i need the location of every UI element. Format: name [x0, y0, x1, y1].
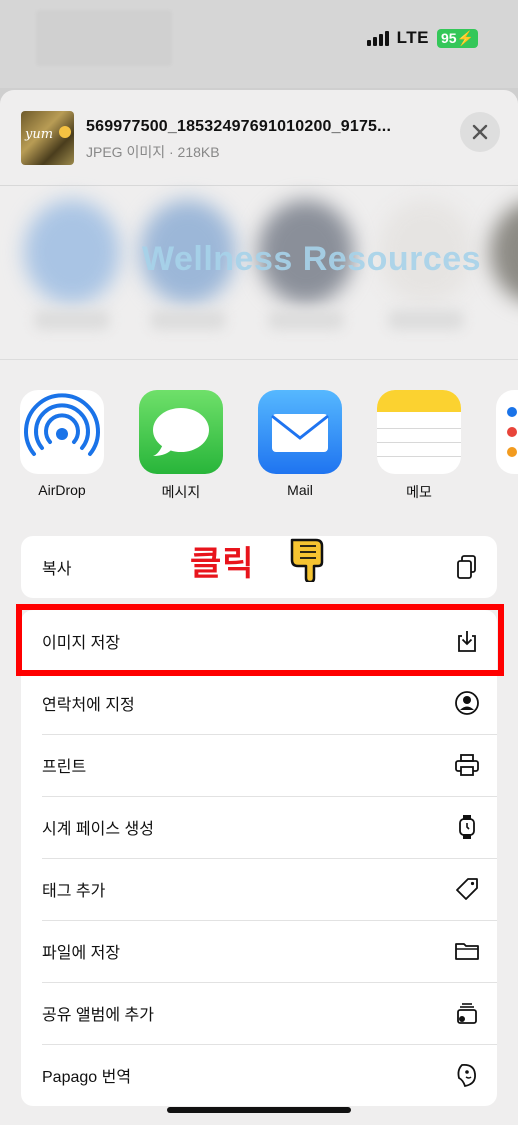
action-watch-face[interactable]: 시계 페이스 생성: [21, 796, 497, 858]
status-indicators: LTE 95⚡: [366, 28, 478, 48]
status-bar: LTE 95⚡: [0, 0, 518, 88]
action-label: 연락처에 지정: [42, 697, 135, 714]
app-notes[interactable]: 메모: [376, 390, 462, 502]
action-papago-translate[interactable]: Papago 번역: [21, 1044, 497, 1106]
battery-icon: 95⚡: [436, 28, 478, 48]
messages-icon: [139, 390, 223, 474]
action-label: 공유 앨범에 추가: [42, 1007, 154, 1024]
action-print[interactable]: 프린트: [21, 734, 497, 796]
app-label: 미: [495, 482, 518, 502]
close-button[interactable]: [460, 112, 500, 152]
printer-icon: [453, 751, 481, 779]
app-label: AirDrop: [38, 482, 86, 498]
tag-icon: [453, 875, 481, 903]
action-assign-contact[interactable]: 연락처에 지정: [21, 672, 497, 734]
contact-suggestions: [0, 200, 518, 360]
file-thumbnail: yum: [21, 111, 74, 165]
pointing-down-hand-icon: [290, 538, 324, 582]
notes-icon: [377, 390, 461, 474]
action-shared-album[interactable]: 공유 앨범에 추가: [21, 982, 497, 1044]
copy-group: 복사: [21, 536, 497, 598]
highlight-box: [16, 604, 504, 676]
action-label: 복사: [42, 561, 72, 578]
blurred-time: [36, 10, 172, 66]
copy-icon: [453, 553, 481, 581]
action-copy[interactable]: 복사: [21, 536, 497, 598]
action-label: 파일에 저장: [42, 945, 121, 962]
home-indicator: [167, 1107, 351, 1113]
network-label: LTE: [396, 28, 429, 47]
thumbnail-text: yum: [25, 127, 54, 142]
file-header: yum 569977500_18532497691010200_9175... …: [0, 90, 518, 186]
watch-icon: [453, 813, 481, 841]
action-label: 프린트: [42, 759, 87, 776]
close-icon: [472, 124, 488, 140]
share-sheet: yum 569977500_18532497691010200_9175... …: [0, 90, 518, 1125]
action-save-to-files[interactable]: 파일에 저장: [21, 920, 497, 982]
click-annotation: 클릭: [190, 545, 255, 583]
watermark: Wellness Resources: [142, 240, 482, 278]
file-name: 569977500_18532497691010200_9175...: [86, 118, 392, 135]
papago-icon: [453, 1061, 481, 1089]
app-label: 메모: [406, 484, 432, 500]
action-label: 태그 추가: [42, 883, 106, 900]
battery-level: 95: [440, 29, 457, 46]
app-label: 메시지: [161, 484, 201, 500]
contact-suggestion[interactable]: [24, 200, 120, 304]
contact-suggestion[interactable]: [490, 200, 518, 304]
action-add-tag[interactable]: 태그 추가: [21, 858, 497, 920]
reminders-icon: [496, 390, 518, 474]
contact-icon: [453, 689, 481, 717]
action-label: Papago 번역: [42, 1069, 132, 1086]
file-meta: JPEG 이미지 · 218KB: [86, 144, 220, 160]
airdrop-icon: [20, 390, 104, 474]
shared-album-icon: [453, 999, 481, 1027]
app-mail[interactable]: Mail: [257, 390, 343, 498]
app-airdrop[interactable]: AirDrop: [19, 390, 105, 498]
action-label: 시계 페이스 생성: [42, 821, 154, 838]
app-row: AirDrop 메시지 Mail 메모: [0, 390, 518, 510]
app-messages[interactable]: 메시지: [138, 390, 224, 502]
mail-icon: [258, 390, 342, 474]
folder-icon: [453, 937, 481, 965]
emoji-icon: [59, 126, 71, 138]
app-label: Mail: [287, 482, 313, 498]
signal-icon: [366, 30, 389, 46]
action-list: 이미지 저장 연락처에 지정 프린트 시계 페이스 생성 태그 추가 파일에 저…: [21, 610, 497, 1106]
app-reminders[interactable]: 미: [495, 390, 518, 502]
